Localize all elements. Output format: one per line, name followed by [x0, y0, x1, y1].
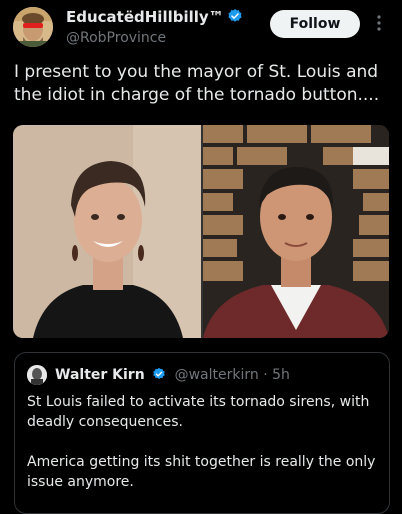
tweet-header: EducatëdHillbilly™ @RobProvince Follow: [0, 0, 402, 56]
quoted-text: St Louis failed to activate its tornado …: [27, 392, 377, 512]
quoted-header: Walter Kirn @walterkirn · 5h: [55, 365, 290, 387]
tweet-text: I present to you the mayor of St. Louis …: [14, 62, 380, 105]
quoted-paragraph-1: St Louis failed to activate its tornado …: [27, 394, 370, 430]
quoted-paragraph-2: America getting its shit together is rea…: [27, 454, 376, 490]
more-vertical-icon[interactable]: [372, 14, 386, 34]
media-photo-2[interactable]: [203, 125, 389, 338]
verified-badge-icon: [152, 367, 166, 387]
verified-badge-icon: [227, 8, 243, 29]
author-display-name-row[interactable]: EducatëdHillbilly™: [66, 8, 243, 29]
author-names: EducatëdHillbilly™ @RobProvince: [66, 8, 243, 48]
quoted-author-avatar[interactable]: [27, 365, 47, 385]
portrait-woman-photo: [13, 125, 201, 338]
media-photo-1[interactable]: [13, 125, 201, 338]
quoted-display-name[interactable]: Walter Kirn: [55, 367, 145, 383]
author-avatar[interactable]: [13, 7, 53, 47]
avatar-portrait-icon: [13, 7, 53, 47]
portrait-man-photo: [203, 125, 389, 338]
avatar-portrait-icon: [27, 365, 47, 385]
tweet-media[interactable]: [13, 125, 389, 338]
author-handle[interactable]: @RobProvince: [66, 29, 243, 48]
quoted-tweet[interactable]: Walter Kirn @walterkirn · 5h St Louis fa…: [14, 352, 390, 514]
author-display-name[interactable]: EducatëdHillbilly™: [66, 8, 224, 26]
quoted-time[interactable]: 5h: [272, 367, 290, 383]
follow-button[interactable]: Follow: [270, 10, 360, 38]
quoted-handle[interactable]: @walterkirn: [175, 367, 259, 383]
meta-separator: ·: [263, 367, 268, 383]
